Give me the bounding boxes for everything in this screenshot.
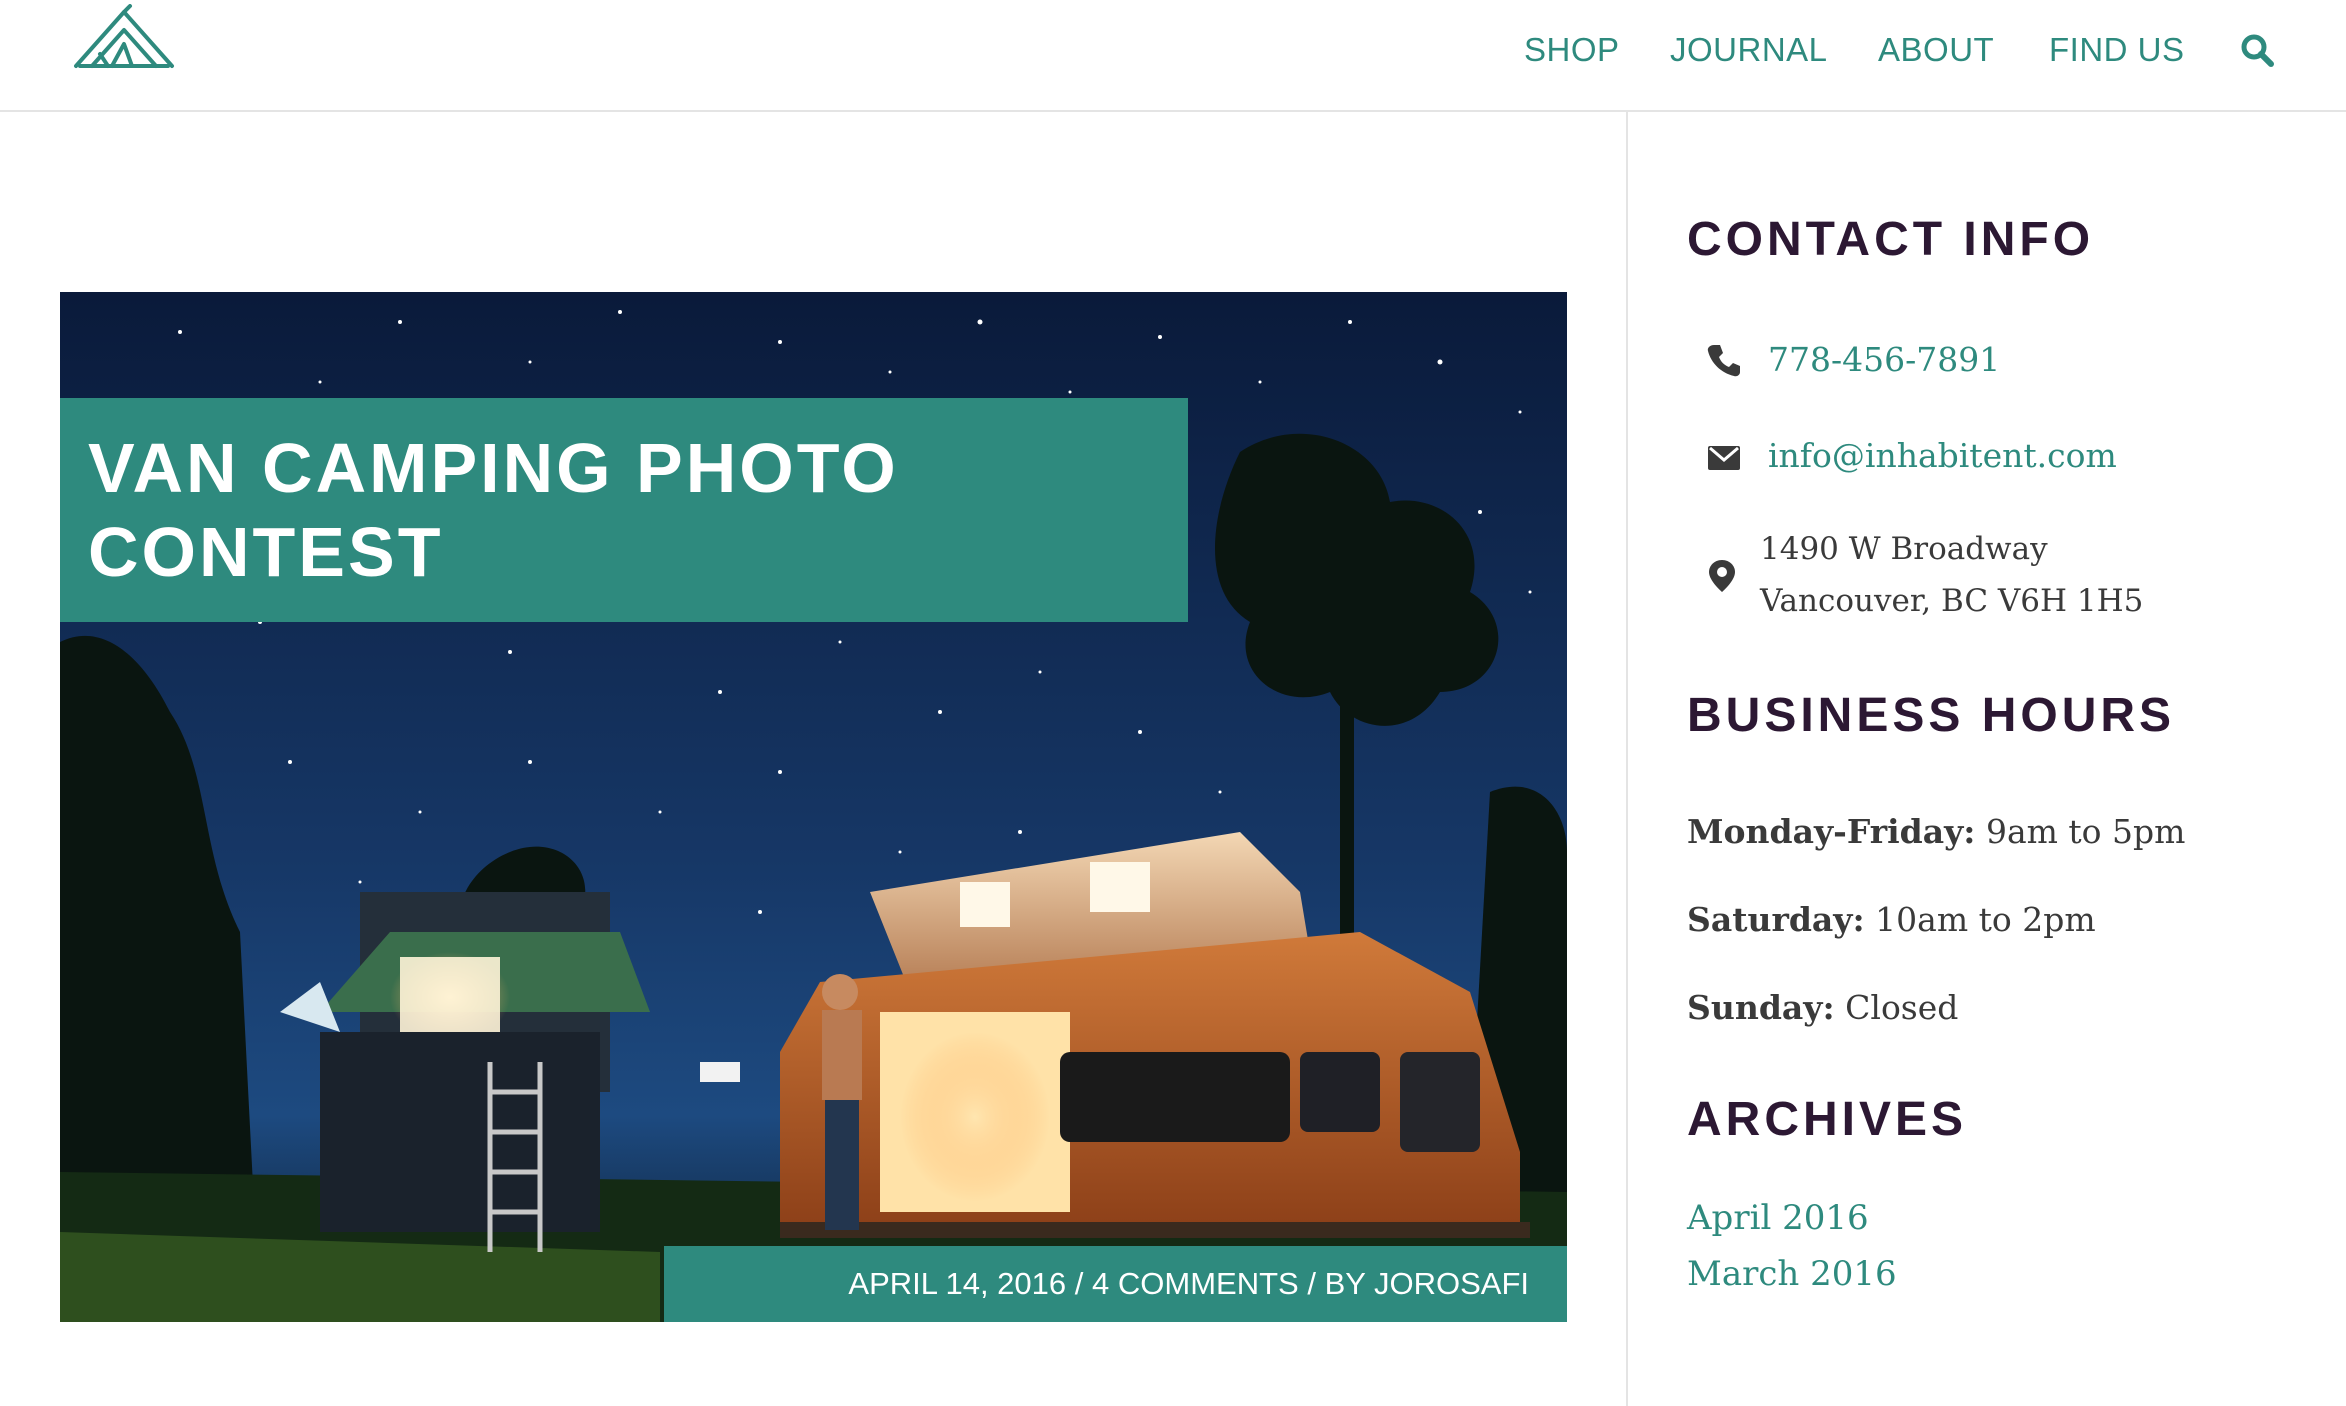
post-meta-bar: APRIL 14, 2016 / 4 COMMENTS / BY JOROSAF… (664, 1246, 1567, 1322)
post-meta: APRIL 14, 2016 / 4 COMMENTS / BY JOROSAF… (848, 1260, 1529, 1308)
nav-shop[interactable]: SHOP (1524, 26, 1620, 74)
archives-heading: ARCHIVES (1687, 1093, 1968, 1146)
hours-row: Saturday: 10am to 2pm (1687, 898, 2096, 942)
site-header: SHOP JOURNAL ABOUT FIND US (0, 0, 2346, 112)
hours-time: Closed (1845, 988, 1959, 1027)
hours-row: Sunday: Closed (1687, 986, 1958, 1030)
map-marker-icon (1709, 560, 1735, 592)
hours-day: Sunday: (1687, 988, 1835, 1027)
phone-icon (1707, 345, 1740, 377)
archive-link-april-2016[interactable]: April 2016 (1687, 1196, 1869, 1240)
hours-time: 9am to 5pm (1985, 812, 2186, 851)
nav-journal[interactable]: JOURNAL (1670, 26, 1828, 74)
post-author-link[interactable]: BY JOROSAFI (1325, 1266, 1529, 1301)
tent-logo-icon[interactable] (72, 4, 176, 72)
address-line-1: 1490 W Broadway (1760, 531, 2048, 567)
post-comments-link[interactable]: 4 COMMENTS (1092, 1266, 1299, 1301)
post-date: APRIL 14, 2016 (848, 1266, 1067, 1301)
business-hours-heading: BUSINESS HOURS (1687, 689, 2176, 742)
phone-link[interactable]: 778-456-7891 (1768, 338, 2000, 382)
meta-separator: / (1074, 1266, 1084, 1301)
meta-separator: / (1307, 1266, 1316, 1301)
archive-link-march-2016[interactable]: March 2016 (1687, 1252, 1897, 1296)
envelope-icon (1708, 446, 1740, 470)
contact-info-heading: CONTACT INFO (1687, 213, 2095, 266)
sidebar-divider (1626, 110, 1628, 1406)
email-link[interactable]: info@inhabitent.com (1768, 434, 2117, 478)
hours-day: Monday-Friday: (1687, 812, 1976, 851)
post-title-box: VAN CAMPING PHOTO CONTEST (60, 398, 1188, 622)
search-icon[interactable] (2240, 33, 2274, 67)
nav-find-us[interactable]: FIND US (2049, 26, 2185, 74)
post-title-line-1[interactable]: VAN CAMPING PHOTO (88, 428, 899, 508)
address-line-2: Vancouver, BC V6H 1H5 (1760, 583, 2144, 619)
hours-day: Saturday: (1687, 900, 1865, 939)
hours-row: Monday-Friday: 9am to 5pm (1687, 810, 2185, 854)
post-title-line-2[interactable]: CONTEST (88, 512, 443, 592)
hours-time: 10am to 2pm (1875, 900, 2096, 939)
nav-about[interactable]: ABOUT (1878, 26, 1994, 74)
